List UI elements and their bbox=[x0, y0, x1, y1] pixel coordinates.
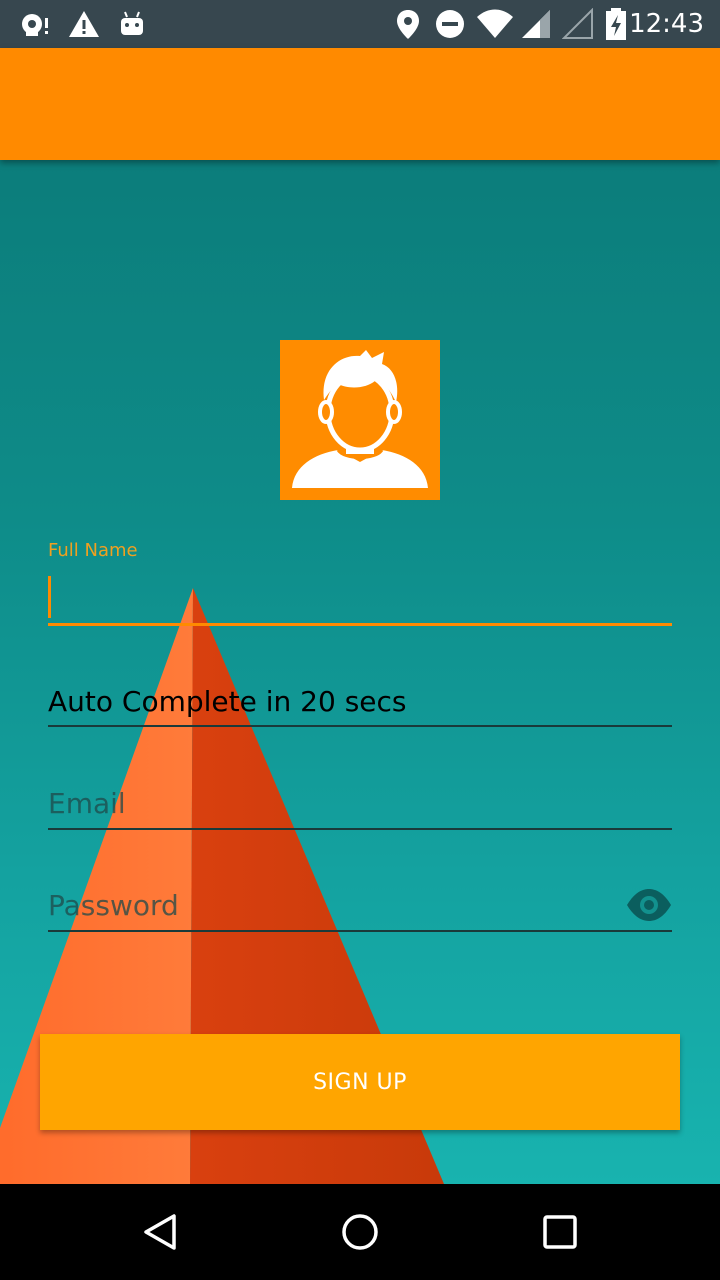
status-time: 12:43 bbox=[629, 9, 704, 39]
signup-button[interactable]: SIGN UP bbox=[40, 1034, 680, 1130]
password-field[interactable] bbox=[48, 886, 672, 934]
full-name-underline bbox=[48, 623, 672, 626]
user-avatar-icon bbox=[292, 350, 428, 488]
auto-complete-field[interactable]: Auto Complete in 20 secs bbox=[48, 682, 672, 728]
full-name-label: Full Name bbox=[48, 540, 138, 561]
email-input[interactable] bbox=[48, 784, 672, 824]
auto-complete-text[interactable]: Auto Complete in 20 secs bbox=[48, 682, 672, 722]
warning-icon bbox=[69, 11, 99, 37]
do-not-disturb-icon bbox=[436, 10, 464, 38]
text-cursor bbox=[48, 576, 51, 618]
back-icon[interactable] bbox=[140, 1212, 180, 1252]
full-name-input[interactable] bbox=[48, 576, 672, 616]
home-icon[interactable] bbox=[340, 1212, 380, 1252]
password-underline bbox=[48, 930, 672, 932]
battery-charging-icon bbox=[606, 8, 626, 40]
avatar[interactable] bbox=[280, 340, 440, 500]
auto-complete-underline bbox=[48, 725, 672, 727]
location-icon bbox=[397, 10, 419, 39]
eye-icon[interactable] bbox=[626, 888, 672, 922]
wifi-icon bbox=[477, 9, 513, 38]
navigation-bar bbox=[0, 1184, 720, 1280]
android-debug-icon bbox=[121, 11, 143, 35]
signup-screen: Full Name Auto Complete in 20 secs SIGN … bbox=[0, 160, 720, 1184]
recents-icon[interactable] bbox=[540, 1212, 580, 1252]
podcast-notification-icon bbox=[22, 14, 48, 36]
email-field[interactable] bbox=[48, 784, 672, 832]
background-art bbox=[0, 588, 444, 1184]
app-bar bbox=[0, 48, 720, 160]
cell-signal-no-data-icon bbox=[562, 8, 593, 39]
email-underline bbox=[48, 828, 672, 830]
full-name-field[interactable] bbox=[48, 576, 672, 628]
status-bar: 12:43 bbox=[0, 0, 720, 48]
password-input[interactable] bbox=[48, 886, 608, 926]
cell-signal-icon bbox=[522, 10, 550, 38]
